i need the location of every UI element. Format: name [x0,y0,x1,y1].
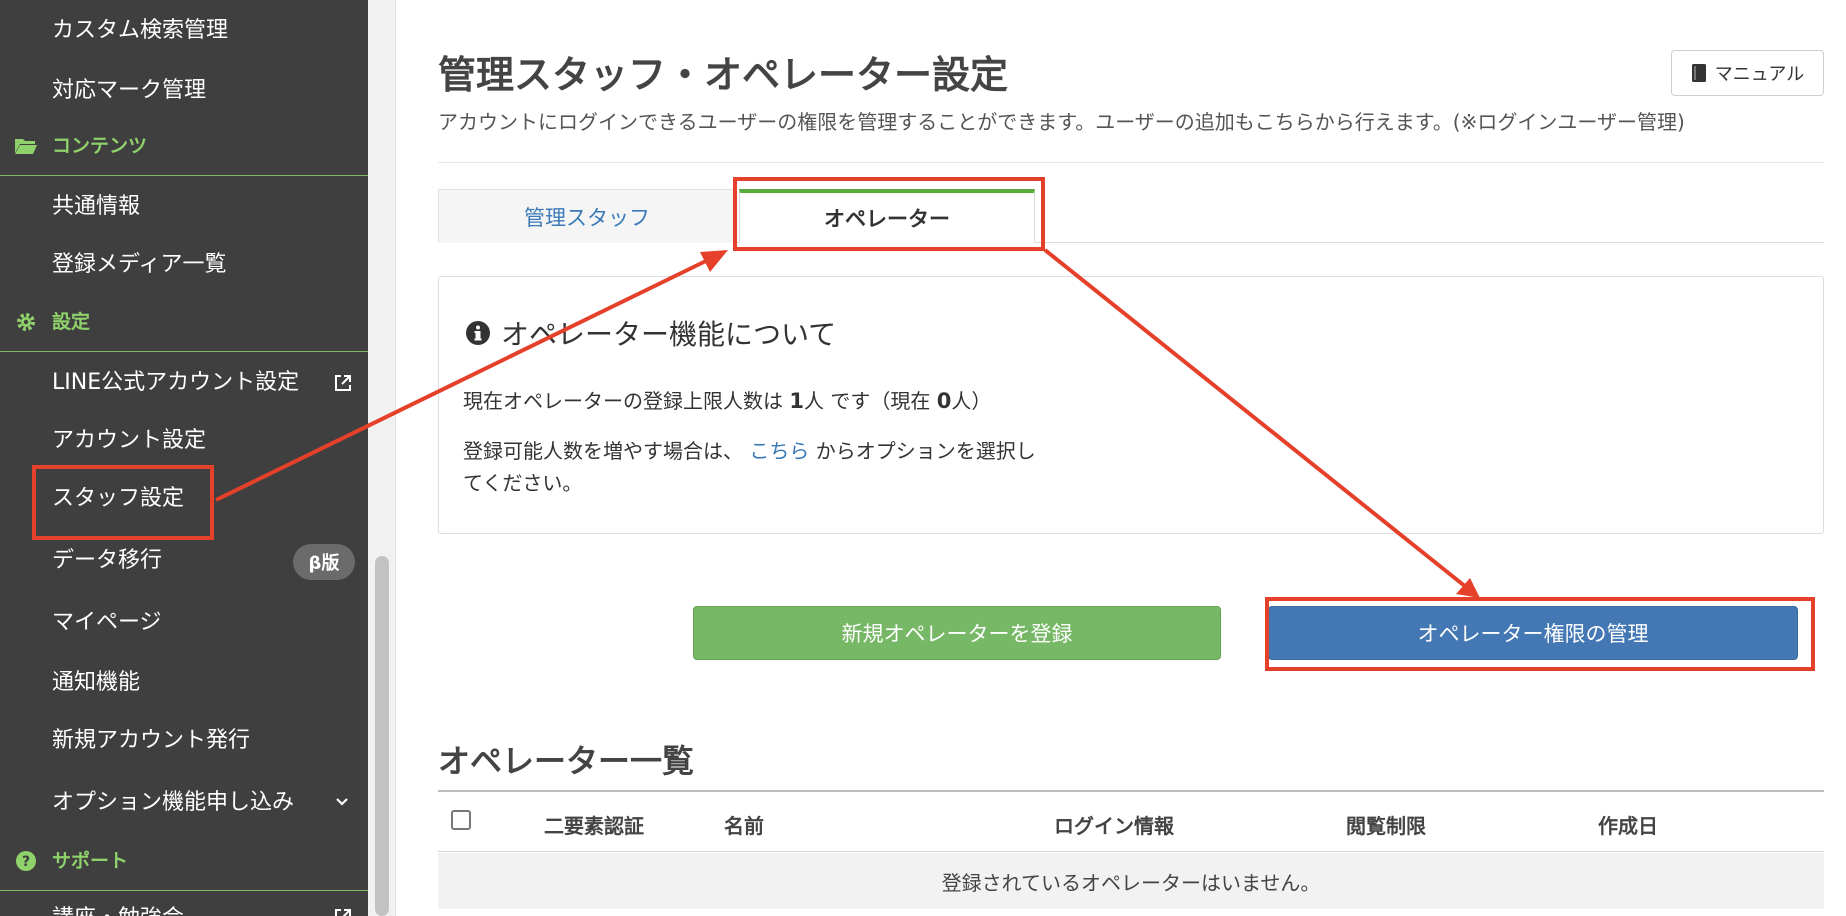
sidebar-item-account-settings[interactable]: アカウント設定 [52,426,206,456]
operator-info-box: オペレーター機能について 現在オペレーターの登録上限人数は 1人 です（現在 0… [438,276,1824,534]
sidebar-item-notification[interactable]: 通知機能 [52,668,140,698]
sidebar-item-data-migration[interactable]: データ移行 [52,546,162,576]
scrollbar-thumb[interactable] [375,556,389,916]
sidebar-item-option-apply[interactable]: オプション機能申し込み [52,788,294,818]
info-circle-icon [466,321,490,345]
question-circle-icon: ? [14,850,38,872]
annotation-box-staff-settings [32,465,214,540]
column-header-view-restriction: 閲覧制限 [1346,814,1426,838]
sidebar-divider [0,890,368,891]
info-text: 現在オペレーターの登録上限人数は [463,389,783,413]
operator-table-header: 二要素認証 名前 ログイン情報 閲覧制限 作成日 [438,790,1824,852]
page-title: 管理スタッフ・オペレーター設定 [438,53,1009,97]
header-divider [438,162,1824,163]
sidebar-item-mypage[interactable]: マイページ [52,608,162,638]
annotation-box-operator-tab [733,177,1045,251]
sidebar: カスタム検索管理 対応マーク管理 コンテンツ 共通情報 登録メディア一覧 設定 … [0,0,368,916]
info-title-text: オペレーター機能について [501,318,837,351]
sidebar-item-response-mark[interactable]: 対応マーク管理 [52,76,206,106]
sidebar-item-seminar[interactable]: 講座・勉強会 [52,904,184,916]
page-description: アカウントにログインできるユーザーの権限を管理することができます。ユーザーの追加… [438,110,1685,134]
table-empty-message: 登録されているオペレーターはいません。 [438,853,1824,909]
info-text: 人 [803,389,824,413]
sidebar-item-custom-search[interactable]: カスタム検索管理 [52,16,228,46]
info-line-continued: てください。 [463,471,583,495]
sidebar-section-label: サポート [52,850,129,872]
sidebar-item-new-account[interactable]: 新規アカウント発行 [52,726,250,756]
limit-number: 1 [789,389,804,413]
info-increase-line: 登録可能人数を増やす場合は、 こちら からオプションを選択し [463,435,1036,464]
column-header-name: 名前 [724,814,764,838]
external-link-icon [335,375,351,391]
column-header-2fa: 二要素認証 [544,814,644,838]
tab-staff[interactable]: 管理スタッフ [438,189,736,243]
beta-badge: β版 [293,544,355,580]
select-all-checkbox[interactable] [451,810,471,830]
info-text: 人） [951,389,992,413]
sidebar-section-label: 設定 [52,311,91,333]
info-limit-line: 現在オペレーターの登録上限人数は 1人 です（現在 0人） [463,385,991,414]
manual-button-label: マニュアル [1714,64,1805,85]
sidebar-scrollbar[interactable] [368,0,396,916]
operator-list-title: オペレーター一覧 [438,742,695,780]
sidebar-divider [0,351,368,352]
option-link[interactable]: こちら [749,439,809,463]
book-icon [1691,64,1706,82]
column-header-login-info: ログイン情報 [1054,814,1174,838]
info-title: オペレーター機能について [465,313,836,353]
sidebar-section-label: コンテンツ [52,135,148,157]
sidebar-divider [0,175,368,176]
info-text: 登録可能人数を増やす場合は、 [463,439,743,463]
sidebar-section-contents: コンテンツ [14,132,147,160]
sidebar-section-settings: 設定 [14,308,90,336]
sidebar-item-media-list[interactable]: 登録メディア一覧 [52,250,226,280]
sidebar-section-support: ? サポート [14,847,128,875]
annotation-box-manage-button [1265,597,1815,671]
column-header-created: 作成日 [1598,814,1658,838]
gear-icon [14,311,38,333]
current-number: 0 [936,389,952,413]
register-operator-button[interactable]: 新規オペレーターを登録 [693,606,1221,660]
folder-open-icon [14,135,38,157]
external-link-icon [335,909,351,916]
chevron-down-icon[interactable] [334,794,350,810]
svg-text:?: ? [22,854,30,870]
info-text: からオプションを選択し [815,439,1036,463]
sidebar-item-line-account[interactable]: LINE公式アカウント設定 [52,368,299,398]
manual-button[interactable]: マニュアル [1671,50,1824,96]
info-text: です（現在 [830,389,931,413]
sidebar-item-common-info[interactable]: 共通情報 [52,192,140,222]
